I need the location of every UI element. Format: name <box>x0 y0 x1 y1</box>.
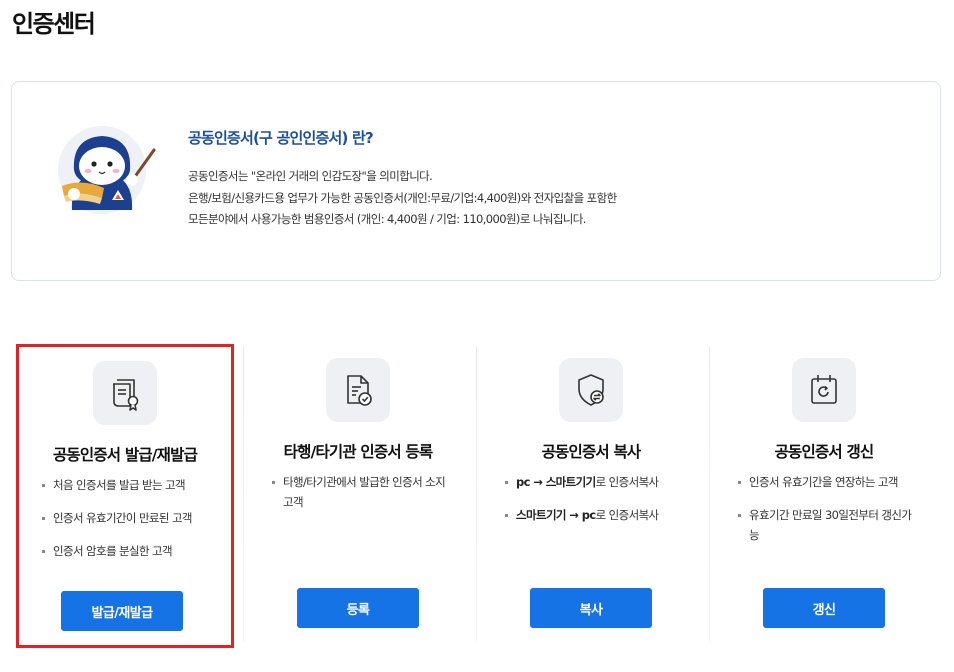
document-check-icon <box>326 358 390 422</box>
card-divider <box>243 346 244 642</box>
card-divider <box>476 346 477 642</box>
list-item-bold: 스마트기기 → pc <box>516 508 596 522</box>
list-item: 스마트기기 → pc로 인증서복사 <box>504 505 686 525</box>
card-title: 공동인증서 갱신 <box>774 443 875 461</box>
list-item: 인증서 유효기간이 만료된 고객 <box>41 508 217 528</box>
intro-line: 은행/보험/신용카드용 업무가 가능한 공동인증서(개인:무료/기업:4,400… <box>188 190 617 205</box>
card-items: 인증서 유효기간을 연장하는 고객 유효기간 만료일 30일전부터 갱신가능 <box>737 472 919 558</box>
page-title: 인증센터 <box>12 10 96 38</box>
shield-transfer-icon <box>559 358 623 422</box>
intro-description: 공동인증서는 "온라인 거래의 인감도장"을 의미합니다. 은행/보험/신용카드… <box>188 166 617 231</box>
copy-button[interactable]: 복사 <box>530 588 652 628</box>
list-item: 처음 인증서를 발급 받는 고객 <box>41 475 217 495</box>
register-button[interactable]: 등록 <box>297 588 419 628</box>
intro-box: 공동인증서(구 공인인증서) 란? 공동인증서는 "온라인 거래의 인감도장"을… <box>11 81 941 281</box>
list-item: pc → 스마트기기로 인증서복사 <box>504 472 686 492</box>
renew-button[interactable]: 갱신 <box>763 588 885 628</box>
card-title: 공동인증서 복사 <box>541 443 642 461</box>
card-register: 타행/타기관 인증서 등록 타행/타기관에서 발급한 인증서 소지고객 등록 <box>249 344 467 648</box>
card-divider <box>709 346 710 642</box>
list-item-text: 로 인증서복사 <box>595 475 660 489</box>
intro-line: 모든분야에서 사용가능한 범용인증서 (개인: 4,400원 / 기업: 110… <box>188 212 586 226</box>
card-renew: 공동인증서 갱신 인증서 유효기간을 연장하는 고객 유효기간 만료일 30일전… <box>715 344 933 648</box>
list-item: 인증서 암호를 분실한 고객 <box>41 541 217 561</box>
list-item: 타행/타기관에서 발급한 인증서 소지고객 <box>271 472 453 512</box>
card-copy: 공동인증서 복사 pc → 스마트기기로 인증서복사 스마트기기 → pc로 인… <box>482 344 700 648</box>
list-item-bold: pc → 스마트기기 <box>516 475 596 489</box>
calendar-renew-icon <box>792 358 856 422</box>
card-title: 공동인증서 발급/재발급 <box>52 446 198 464</box>
intro-line: 공동인증서는 "온라인 거래의 인감도장"을 의미합니다. <box>188 169 433 183</box>
card-items: pc → 스마트기기로 인증서복사 스마트기기 → pc로 인증서복사 <box>504 472 686 538</box>
list-item-text: 로 인증서복사 <box>595 508 660 522</box>
card-issue: 공동인증서 발급/재발급 처음 인증서를 발급 받는 고객 인증서 유효기간이 … <box>16 344 234 648</box>
list-item: 인증서 유효기간을 연장하는 고객 <box>737 472 919 492</box>
card-title: 타행/타기관 인증서 등록 <box>283 443 433 461</box>
list-item: 유효기간 만료일 30일전부터 갱신가능 <box>737 505 919 545</box>
issue-button[interactable]: 발급/재발급 <box>61 591 183 631</box>
card-items: 처음 인증서를 발급 받는 고객 인증서 유효기간이 만료된 고객 인증서 암호… <box>41 475 217 574</box>
intro-heading: 공동인증서(구 공인인증서) 란? <box>188 129 374 147</box>
card-items: 타행/타기관에서 발급한 인증서 소지고객 <box>271 472 453 525</box>
mascot-illustration <box>58 126 156 214</box>
certificate-icon <box>93 361 157 425</box>
